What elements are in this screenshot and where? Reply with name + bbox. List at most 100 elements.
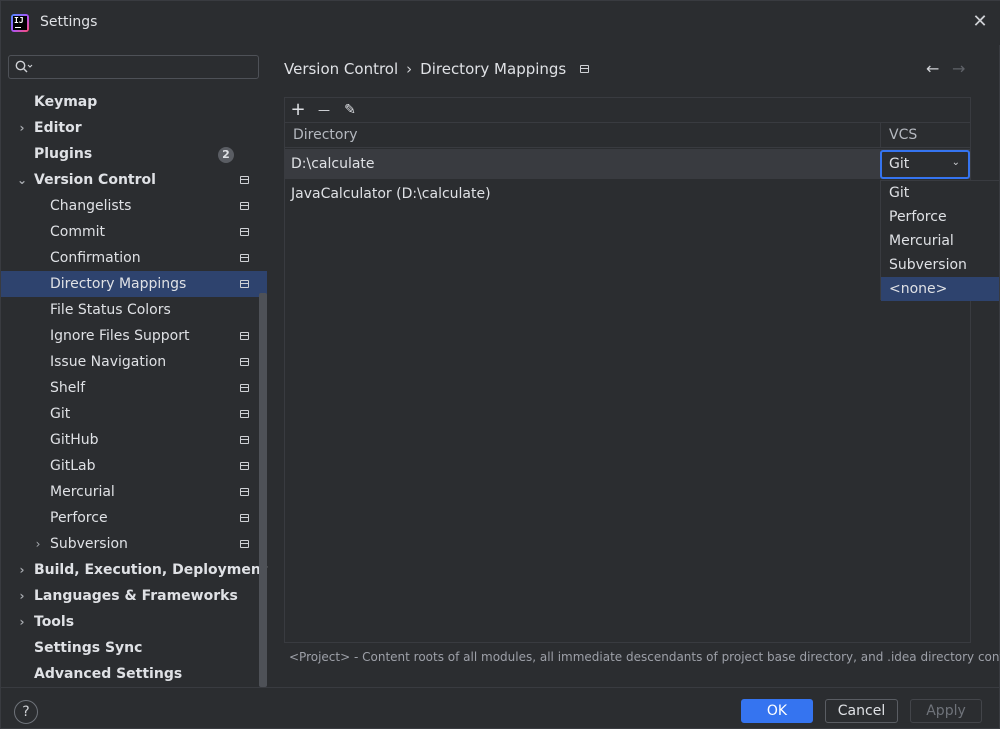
chevron-down-icon: ⌄	[951, 157, 960, 168]
sidebar-item-label: GitLab	[50, 458, 96, 474]
vcs-option-git[interactable]: Git	[881, 181, 999, 205]
vcs-option-subversion[interactable]: Subversion	[881, 253, 999, 277]
sidebar-item-label: Version Control	[34, 172, 156, 188]
settings-search-input[interactable]	[8, 55, 259, 79]
project-scope-icon	[240, 280, 249, 288]
vcs-option-mercurial[interactable]: Mercurial	[881, 229, 999, 253]
settings-dialog: IJ Settings ✕ Keymap › Editor Plugins 2 ⌄ Vers…	[0, 0, 1000, 729]
cancel-button[interactable]: Cancel	[825, 699, 898, 723]
chevron-right-icon[interactable]: ›	[16, 115, 28, 141]
column-header-directory[interactable]: Directory	[285, 123, 880, 147]
sidebar-item-mercurial[interactable]: Mercurial	[1, 479, 267, 505]
project-scope-icon	[240, 488, 249, 496]
sidebar-item-subversion[interactable]: › Subversion	[1, 531, 267, 557]
sidebar-item-label: Commit	[50, 224, 105, 240]
breadcrumb-current: Directory Mappings	[420, 59, 567, 78]
project-scope-icon	[240, 254, 249, 262]
chevron-right-icon[interactable]: ›	[16, 609, 28, 635]
back-arrow-icon[interactable]: ←	[926, 59, 944, 79]
window-title: Settings	[40, 14, 98, 30]
directory-mappings-panel: + — ✎ Directory VCS D:\calculate JavaCal…	[284, 97, 971, 643]
sidebar-item-changelists[interactable]: Changelists	[1, 193, 267, 219]
sidebar-item-label: Editor	[34, 120, 82, 136]
sidebar-item-git[interactable]: Git	[1, 401, 267, 427]
sidebar-item-shelf[interactable]: Shelf	[1, 375, 267, 401]
vcs-option-none[interactable]: <none>	[881, 277, 999, 301]
help-icon[interactable]: ?	[14, 700, 38, 724]
project-scope-icon	[240, 514, 249, 522]
sidebar-item-file-status-colors[interactable]: File Status Colors	[1, 297, 267, 323]
sidebar-item-label: File Status Colors	[50, 302, 171, 318]
vcs-dropdown-popup: Git Perforce Mercurial Subversion <none>	[880, 180, 1000, 301]
footnote-text: <Project> - Content roots of all modules…	[289, 650, 1000, 664]
table-row[interactable]: JavaCalculator (D:\calculate)	[285, 179, 970, 209]
sidebar-item-label: Issue Navigation	[50, 354, 167, 370]
sidebar-item-gitlab[interactable]: GitLab	[1, 453, 267, 479]
sidebar-item-label: Git	[50, 406, 71, 422]
project-scope-icon	[580, 64, 590, 73]
chevron-down-icon[interactable]: ⌄	[16, 167, 28, 193]
sidebar-item-perforce[interactable]: Perforce	[1, 505, 267, 531]
sidebar-item-advanced-settings[interactable]: Advanced Settings	[1, 661, 267, 687]
edit-icon[interactable]: ✎	[340, 100, 360, 120]
sidebar-item-label: Shelf	[50, 380, 86, 396]
table-header: Directory VCS	[285, 122, 970, 148]
sidebar-item-label: Changelists	[50, 198, 132, 214]
sidebar-item-label: Mercurial	[50, 484, 115, 500]
directory-cell: JavaCalculator (D:\calculate)	[291, 186, 491, 202]
sidebar-item-label: Ignore Files Support	[50, 328, 190, 344]
close-icon[interactable]: ✕	[971, 13, 989, 31]
breadcrumb-parent[interactable]: Version Control	[284, 60, 398, 78]
sidebar-item-label: Directory Mappings	[50, 276, 187, 292]
sidebar-scrollbar[interactable]	[259, 293, 267, 687]
project-scope-icon	[240, 228, 249, 236]
sidebar-item-version-control[interactable]: ⌄ Version Control	[1, 167, 267, 193]
project-scope-icon	[240, 462, 249, 470]
project-scope-icon	[240, 410, 249, 418]
sidebar-item-build-execution-deployment[interactable]: › Build, Execution, Deployment	[1, 557, 268, 583]
project-scope-icon	[240, 332, 249, 340]
sidebar-item-issue-navigation[interactable]: Issue Navigation	[1, 349, 267, 375]
sidebar-item-keymap[interactable]: Keymap	[1, 89, 267, 115]
breadcrumb-separator: ›	[406, 59, 413, 78]
search-icon	[15, 60, 33, 73]
project-scope-icon	[240, 384, 249, 392]
sidebar-item-label: GitHub	[50, 432, 99, 448]
sidebar-item-label: Build, Execution, Deployment	[34, 562, 268, 578]
sidebar-item-label: Confirmation	[50, 250, 141, 266]
project-scope-icon	[240, 202, 249, 210]
sidebar-item-label: Keymap	[34, 94, 98, 110]
sidebar-item-directory-mappings[interactable]: Directory Mappings	[1, 271, 267, 297]
sidebar-item-label: Tools	[34, 614, 75, 630]
mappings-toolbar: + — ✎	[285, 98, 970, 122]
sidebar-item-label: Advanced Settings	[34, 666, 183, 682]
updates-count-badge: 2	[218, 147, 234, 163]
sidebar-item-commit[interactable]: Commit	[1, 219, 267, 245]
sidebar-item-label: Settings Sync	[34, 640, 143, 656]
chevron-right-icon[interactable]: ›	[16, 557, 28, 583]
vcs-dropdown[interactable]: Git ⌄	[880, 150, 970, 179]
intellij-app-icon: IJ	[11, 14, 29, 32]
sidebar-item-label: Plugins	[34, 146, 93, 162]
sidebar-item-label: Perforce	[50, 510, 108, 526]
sidebar-item-tools[interactable]: › Tools	[1, 609, 267, 635]
project-scope-icon	[240, 436, 249, 444]
title-bar: IJ Settings ✕	[1, 1, 1000, 45]
column-header-vcs[interactable]: VCS	[880, 123, 970, 147]
sidebar-item-editor[interactable]: › Editor	[1, 115, 267, 141]
sidebar-item-github[interactable]: GitHub	[1, 427, 267, 453]
sidebar-item-ignore-files-support[interactable]: Ignore Files Support	[1, 323, 267, 349]
project-scope-icon	[240, 176, 249, 184]
sidebar-item-settings-sync[interactable]: Settings Sync	[1, 635, 267, 661]
add-icon[interactable]: +	[288, 100, 308, 120]
chevron-right-icon[interactable]: ›	[32, 531, 44, 557]
sidebar-item-languages-frameworks[interactable]: › Languages & Frameworks	[1, 583, 267, 609]
table-row[interactable]: D:\calculate	[285, 149, 970, 179]
remove-icon[interactable]: —	[314, 100, 334, 120]
chevron-right-icon[interactable]: ›	[16, 583, 28, 609]
sidebar-item-label: Languages & Frameworks	[34, 588, 238, 604]
sidebar-item-plugins[interactable]: Plugins 2	[1, 141, 267, 167]
vcs-option-perforce[interactable]: Perforce	[881, 205, 999, 229]
ok-button[interactable]: OK	[741, 699, 813, 723]
sidebar-item-confirmation[interactable]: Confirmation	[1, 245, 267, 271]
